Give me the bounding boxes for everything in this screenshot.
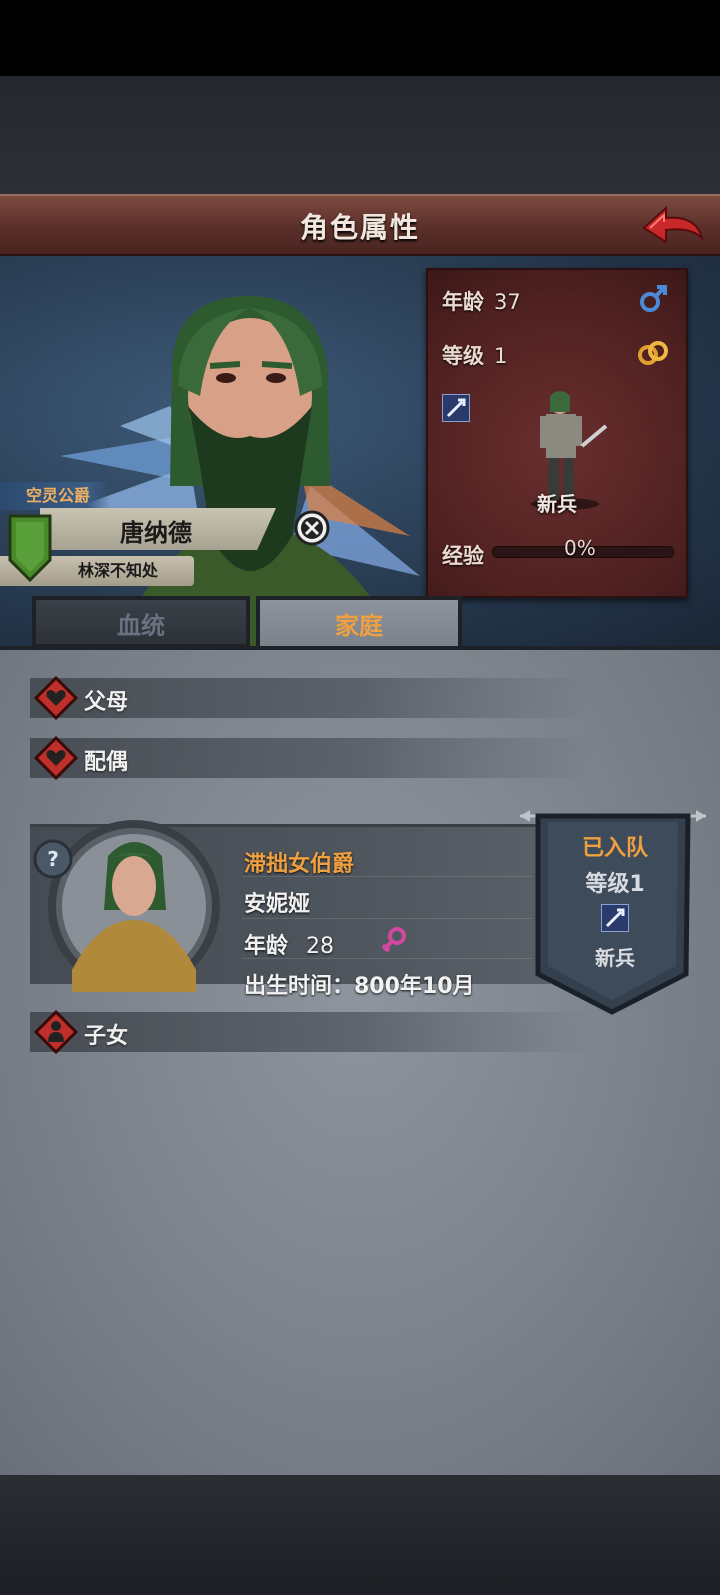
house-shield-icon	[8, 514, 52, 582]
exp-percent: 0%	[564, 536, 596, 560]
exp-label: 经验	[442, 544, 484, 568]
back-arrow-icon[interactable]	[640, 202, 706, 250]
svg-text:?: ?	[47, 847, 59, 871]
sword-class-icon	[442, 394, 470, 422]
child-icon	[34, 1010, 78, 1054]
top-background	[0, 76, 720, 194]
children-section: 子女	[30, 1010, 590, 1054]
divider	[242, 918, 532, 919]
spouse-birth: 出生时间：800年10月	[244, 974, 475, 999]
age-value: 37	[494, 290, 521, 314]
parents-section: 父母	[30, 676, 590, 720]
party-status: 已入队	[581, 836, 648, 861]
character-name: 唐纳德	[120, 519, 192, 547]
spouse-class: 新兵	[595, 946, 635, 970]
character-portrait	[60, 296, 420, 648]
class-label: 新兵	[537, 492, 577, 516]
heart-icon	[34, 676, 78, 720]
header-bar: 角色属性	[0, 194, 720, 256]
spouse-name: 安妮娅	[244, 892, 311, 917]
tab-family[interactable]: 家庭	[256, 596, 462, 648]
sword-class-icon	[601, 904, 629, 932]
spouse-title: 滞拙女伯爵	[244, 852, 355, 877]
divider	[242, 958, 532, 959]
spouse-age-row: 年龄 28	[244, 928, 334, 960]
level-value: 1	[494, 344, 508, 368]
level-label: 等级	[442, 344, 484, 368]
spouse-section: 配偶	[30, 736, 590, 780]
wedding-rings-icon	[638, 341, 668, 365]
parents-label: 父母	[84, 690, 129, 715]
spouse-age-value: 28	[306, 934, 335, 959]
spouse-level: 等级1	[585, 872, 645, 897]
age-label: 年龄	[442, 290, 484, 314]
tab-bloodline[interactable]: 血统	[32, 596, 250, 648]
status-bar-area	[0, 0, 720, 76]
female-icon	[381, 927, 406, 953]
age-row: 年龄 37	[442, 286, 521, 316]
close-icon[interactable]	[294, 510, 330, 546]
male-icon	[640, 285, 667, 312]
noble-title: 空灵公爵	[0, 482, 110, 510]
divider	[242, 876, 532, 877]
heart-icon	[34, 736, 78, 780]
stats-panel: 年龄 37 等级 1 新兵 经验 0%	[426, 268, 688, 598]
question-icon[interactable]: ?	[32, 838, 74, 880]
page-title: 角色属性	[299, 211, 420, 244]
spouse-age-label: 年龄	[244, 934, 289, 959]
bottom-background	[0, 1475, 720, 1595]
spouse-label: 配偶	[84, 750, 129, 775]
children-label: 子女	[84, 1024, 129, 1049]
level-row: 等级 1	[442, 340, 507, 370]
